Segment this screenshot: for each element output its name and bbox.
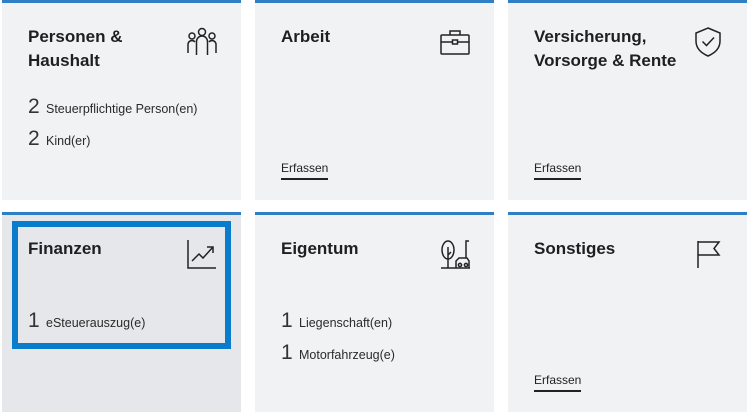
tree-car-icon [438, 237, 472, 271]
stat-label: Steuerpflichtige Person(en) [46, 102, 198, 116]
stat-taxable-persons: 2 Steuerpflichtige Person(en) [28, 95, 197, 119]
tile-finanzen[interactable]: Finanzen 1 eSteuerauszug(e) [2, 212, 241, 412]
tile-title: Versicherung, Vorsorge & Rente [534, 27, 677, 70]
tile-sonstiges[interactable]: Sonstiges Erfassen [508, 212, 747, 412]
tile-personen-haushalt[interactable]: Personen & Haushalt 2 Steuerpflichtige P… [2, 0, 241, 200]
tile-title: Sonstiges [534, 239, 616, 258]
stat-label: Liegenschaft(en) [299, 316, 393, 330]
stat-label: Motorfahrzeug(e) [299, 348, 395, 362]
stat-motorfahrzeuge: 1 Motorfahrzeug(e) [281, 341, 395, 365]
tile-versicherung-vorsorge-rente[interactable]: Versicherung, Vorsorge & Rente Erfassen [508, 0, 747, 200]
stat-count: 2 [28, 95, 40, 118]
stat-count: 1 [281, 341, 293, 364]
stat-liegenschaften: 1 Liegenschaft(en) [281, 309, 392, 333]
erfassen-link[interactable]: Erfassen [534, 161, 582, 180]
stat-esteuerauszug: 1 eSteuerauszug(e) [28, 309, 145, 333]
people-group-icon [185, 25, 219, 59]
tile-title: Finanzen [28, 239, 102, 258]
tile-title: Eigentum [281, 239, 359, 258]
flag-icon [691, 237, 725, 271]
trend-chart-icon [185, 237, 219, 271]
shield-check-icon [691, 25, 725, 59]
erfassen-link[interactable]: Erfassen [281, 161, 329, 180]
stat-children: 2 Kind(er) [28, 127, 90, 151]
stat-count: 1 [28, 309, 40, 332]
tile-title: Arbeit [281, 27, 331, 46]
stat-count: 2 [28, 127, 40, 150]
briefcase-icon [438, 25, 472, 59]
tile-eigentum[interactable]: Eigentum 1 Liegenschaft(en) 1 Motorfahrz… [255, 212, 494, 412]
stat-count: 1 [281, 309, 293, 332]
tile-arbeit[interactable]: Arbeit Erfassen [255, 0, 494, 200]
stat-label: Kind(er) [46, 134, 91, 148]
erfassen-link[interactable]: Erfassen [534, 373, 582, 392]
stat-label: eSteuerauszug(e) [46, 316, 146, 330]
tile-title: Personen & Haushalt [28, 27, 123, 70]
